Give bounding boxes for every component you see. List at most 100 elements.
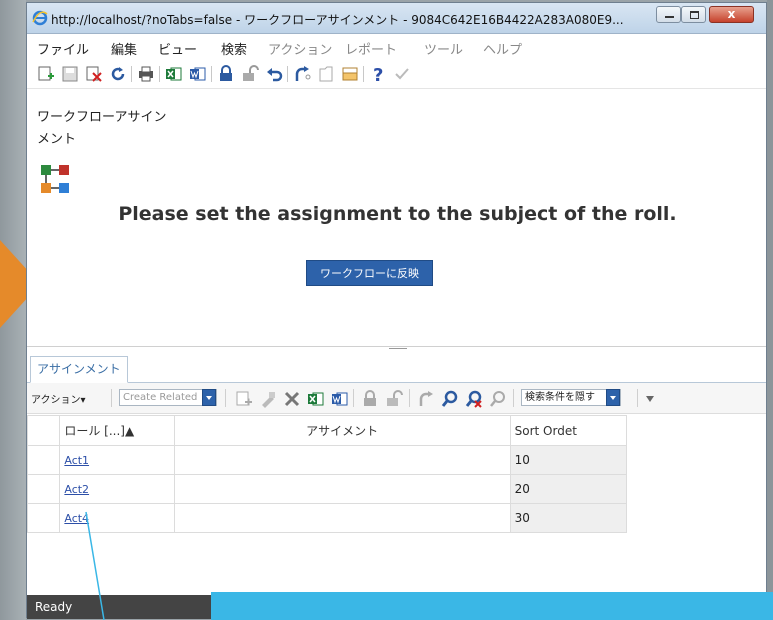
callout-box — [211, 592, 773, 620]
maximize-button[interactable] — [681, 6, 706, 23]
status-bar: Ready — [27, 595, 212, 619]
search-toggle-select[interactable]: 検索条件を隠す — [521, 389, 621, 406]
new-icon[interactable] — [37, 65, 55, 83]
toolbar-separator — [131, 66, 132, 82]
toolbar-separator — [211, 66, 212, 82]
table-row[interactable]: Act2 20 — [26, 474, 628, 504]
assignment-cell[interactable] — [173, 474, 511, 504]
refresh-icon[interactable] — [109, 65, 127, 83]
unlock-icon[interactable] — [385, 390, 403, 408]
print-icon[interactable] — [137, 65, 155, 83]
toolbar-separator — [159, 66, 160, 82]
toolbar-separator — [225, 389, 226, 407]
grid-toolbar: アクション▾ Create Related 検索条件を隠す — [27, 383, 766, 414]
close-button[interactable]: x — [709, 6, 754, 23]
menu-view[interactable]: ビュー — [158, 39, 197, 58]
delete-icon[interactable] — [85, 65, 103, 83]
close-icon: x — [727, 7, 736, 21]
menu-help[interactable]: ヘルプ — [483, 39, 522, 58]
toolbar-separator — [637, 389, 638, 407]
row-selector[interactable] — [26, 503, 61, 533]
help-icon[interactable]: ? — [369, 65, 387, 83]
role-cell: Act1 — [59, 445, 175, 475]
chevron-down-icon[interactable] — [202, 389, 216, 406]
minimize-button[interactable] — [656, 6, 681, 23]
svg-text:?: ? — [373, 65, 383, 83]
add-row-icon[interactable] — [235, 390, 253, 408]
assignment-cell[interactable] — [173, 445, 511, 475]
instruction-message: Please set the assignment to the subject… — [118, 203, 677, 225]
assignment-grid: ロール [...]▲ アサイメント Sort Ordet Act1 10 Act… — [26, 415, 628, 533]
lock-icon[interactable] — [217, 65, 235, 83]
workflow-icon — [41, 165, 69, 193]
create-related-select[interactable]: Create Related — [119, 389, 217, 406]
role-link[interactable]: Act4 — [64, 512, 89, 525]
column-header-assignment[interactable]: アサイメント — [173, 415, 511, 446]
unlock-icon[interactable] — [241, 65, 259, 83]
lock-icon[interactable] — [361, 390, 379, 408]
column-header-sort-order[interactable]: Sort Ordet — [509, 415, 628, 446]
sort-order-cell: 10 — [509, 445, 628, 475]
overflow-menu-icon[interactable] — [645, 395, 655, 403]
search-icon[interactable] — [441, 390, 459, 408]
role-cell: Act4 — [59, 503, 175, 533]
toolbar-separator — [409, 389, 410, 407]
actions-menu[interactable]: アクション▾ — [31, 391, 86, 406]
menu-action[interactable]: アクション — [268, 39, 332, 58]
row-selector-header[interactable] — [26, 415, 61, 446]
role-link[interactable]: Act1 — [64, 454, 89, 467]
search-disabled-icon[interactable] — [489, 390, 507, 408]
remove-row-icon[interactable] — [283, 390, 301, 408]
menu-tools[interactable]: ツール — [424, 39, 463, 58]
promote-icon[interactable] — [417, 390, 435, 408]
assignment-cell[interactable] — [173, 503, 511, 533]
word-icon[interactable] — [189, 65, 207, 83]
pane-splitter[interactable] — [27, 346, 766, 347]
chevron-down-icon[interactable] — [606, 389, 620, 406]
reflect-to-workflow-button[interactable]: ワークフローに反映 — [306, 260, 433, 286]
toolbar-separator — [513, 389, 514, 407]
row-selector[interactable] — [26, 445, 61, 475]
excel-icon[interactable] — [165, 65, 183, 83]
role-cell: Act2 — [59, 474, 175, 504]
excel-icon[interactable] — [307, 390, 325, 408]
menu-bar: ファイル 編集 ビュー 検索 アクション レポート ツール ヘルプ — [27, 34, 766, 58]
word-icon[interactable] — [331, 390, 349, 408]
save-icon[interactable] — [61, 65, 79, 83]
toolbar-separator — [287, 66, 288, 82]
sort-order-cell: 30 — [509, 503, 628, 533]
main-toolbar: ? — [27, 60, 766, 89]
undo-icon[interactable] — [265, 65, 283, 83]
title-bar: http://localhost/?noTabs=false - ワークフローア… — [27, 3, 766, 34]
window-title: http://localhost/?noTabs=false - ワークフローア… — [51, 13, 624, 27]
create-related-placeholder: Create Related — [123, 392, 198, 403]
role-link[interactable]: Act2 — [64, 483, 89, 496]
promote-icon[interactable] — [293, 65, 311, 83]
sort-order-cell: 20 — [509, 474, 628, 504]
toolbar-separator — [353, 389, 354, 407]
check-icon[interactable] — [393, 65, 411, 83]
toolbar-separator — [111, 389, 112, 407]
clear-search-icon[interactable] — [465, 390, 483, 408]
pick-item-icon[interactable] — [259, 390, 277, 408]
internet-explorer-icon — [32, 10, 48, 26]
tab-assignment[interactable]: アサインメント — [30, 356, 128, 383]
form-icon[interactable] — [341, 65, 359, 83]
form-title: ワークフローアサインメント — [37, 110, 167, 147]
splitter-grip[interactable] — [389, 348, 407, 349]
browser-window: http://localhost/?noTabs=false - ワークフローア… — [26, 2, 767, 619]
copy-icon[interactable] — [317, 65, 335, 83]
menu-report[interactable]: レポート — [345, 39, 397, 58]
table-row[interactable]: Act1 10 — [26, 445, 628, 475]
desktop-right-edge — [767, 0, 773, 620]
row-selector[interactable] — [26, 474, 61, 504]
search-toggle-label: 検索条件を隠す — [525, 392, 595, 403]
column-header-role[interactable]: ロール [...]▲ — [59, 415, 175, 446]
menu-file[interactable]: ファイル — [37, 39, 89, 58]
menu-search[interactable]: 検索 — [221, 39, 247, 58]
menu-edit[interactable]: 編集 — [111, 39, 137, 58]
toolbar-separator — [363, 66, 364, 82]
relationship-tab-bar: アサインメント — [27, 354, 766, 383]
table-row[interactable]: Act4 30 — [26, 503, 628, 533]
grid-header-row: ロール [...]▲ アサイメント Sort Ordet — [26, 415, 628, 446]
